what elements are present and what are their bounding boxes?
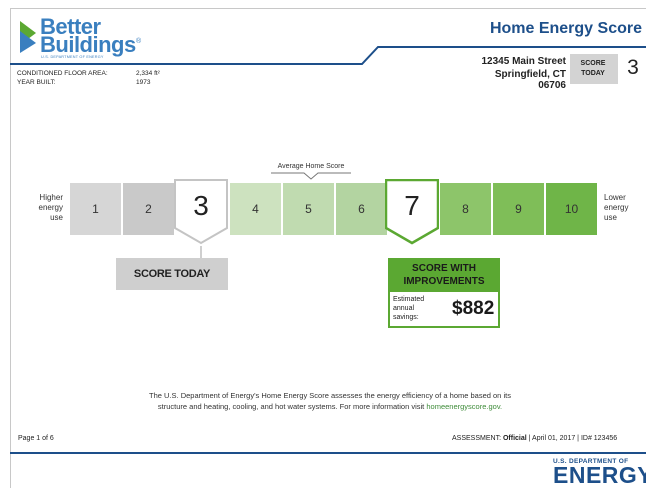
assessment-info: ASSESSMENT: Official | April 01, 2017 | … (452, 435, 618, 442)
year-built-label: YEAR BUILT: (17, 79, 56, 86)
assessment-status: Official (502, 435, 527, 442)
address-city: Springfield, CT 06706 (494, 69, 566, 91)
score-today-badge-value: 3 (627, 56, 639, 79)
score-cell-1: 1 (70, 183, 121, 235)
estimated-savings-label: Estimated annual savings: (393, 296, 425, 321)
floor-area-label: CONDITIONED FLOOR AREA: (17, 70, 108, 77)
score-cell-4: 4 (230, 183, 281, 235)
score-cell-6: 6 (336, 183, 387, 235)
score-cell-2: 2 (123, 183, 174, 235)
assessment-date-id: | April 01, 2017 | ID# 123456 (528, 435, 618, 442)
address-street: 12345 Main Street (481, 56, 567, 67)
score-today-box: SCORE TODAY (116, 258, 228, 290)
score-cell-5: 5 (283, 183, 334, 235)
footer-rule (10, 452, 646, 454)
document-title: Home Energy Score (489, 20, 642, 37)
score-cell-10: 10 (546, 183, 597, 235)
page-number: Page 1 of 6 (18, 435, 54, 442)
score-with-improvements-title: SCORE WITH IMPROVEMENTS (403, 263, 485, 287)
score-cell-9: 9 (493, 183, 544, 235)
estimated-savings-value: $882 (452, 298, 495, 319)
higher-energy-label: Higher energy use (38, 193, 63, 222)
score-cell-7: 7 (404, 190, 420, 221)
score-cell-8: 8 (440, 183, 491, 235)
average-score-bracket (271, 172, 351, 180)
description-text: The U.S. Department of Energy's Home Ene… (149, 391, 511, 411)
score-today-connector (200, 246, 202, 258)
average-score-label: Average Home Score (277, 163, 345, 170)
lower-energy-label: Lower energy use (604, 193, 629, 222)
score-cell-3: 3 (193, 190, 209, 221)
homeenergyscore-link[interactable]: homeenergyscore.gov. (426, 402, 502, 411)
floor-area-value: 2,334 ft² (136, 70, 160, 77)
doe-logo-energy: ENERGY (553, 462, 646, 488)
score-today-badge-label: SCORE TODAY (580, 60, 606, 77)
year-built-value: 1973 (136, 79, 151, 86)
